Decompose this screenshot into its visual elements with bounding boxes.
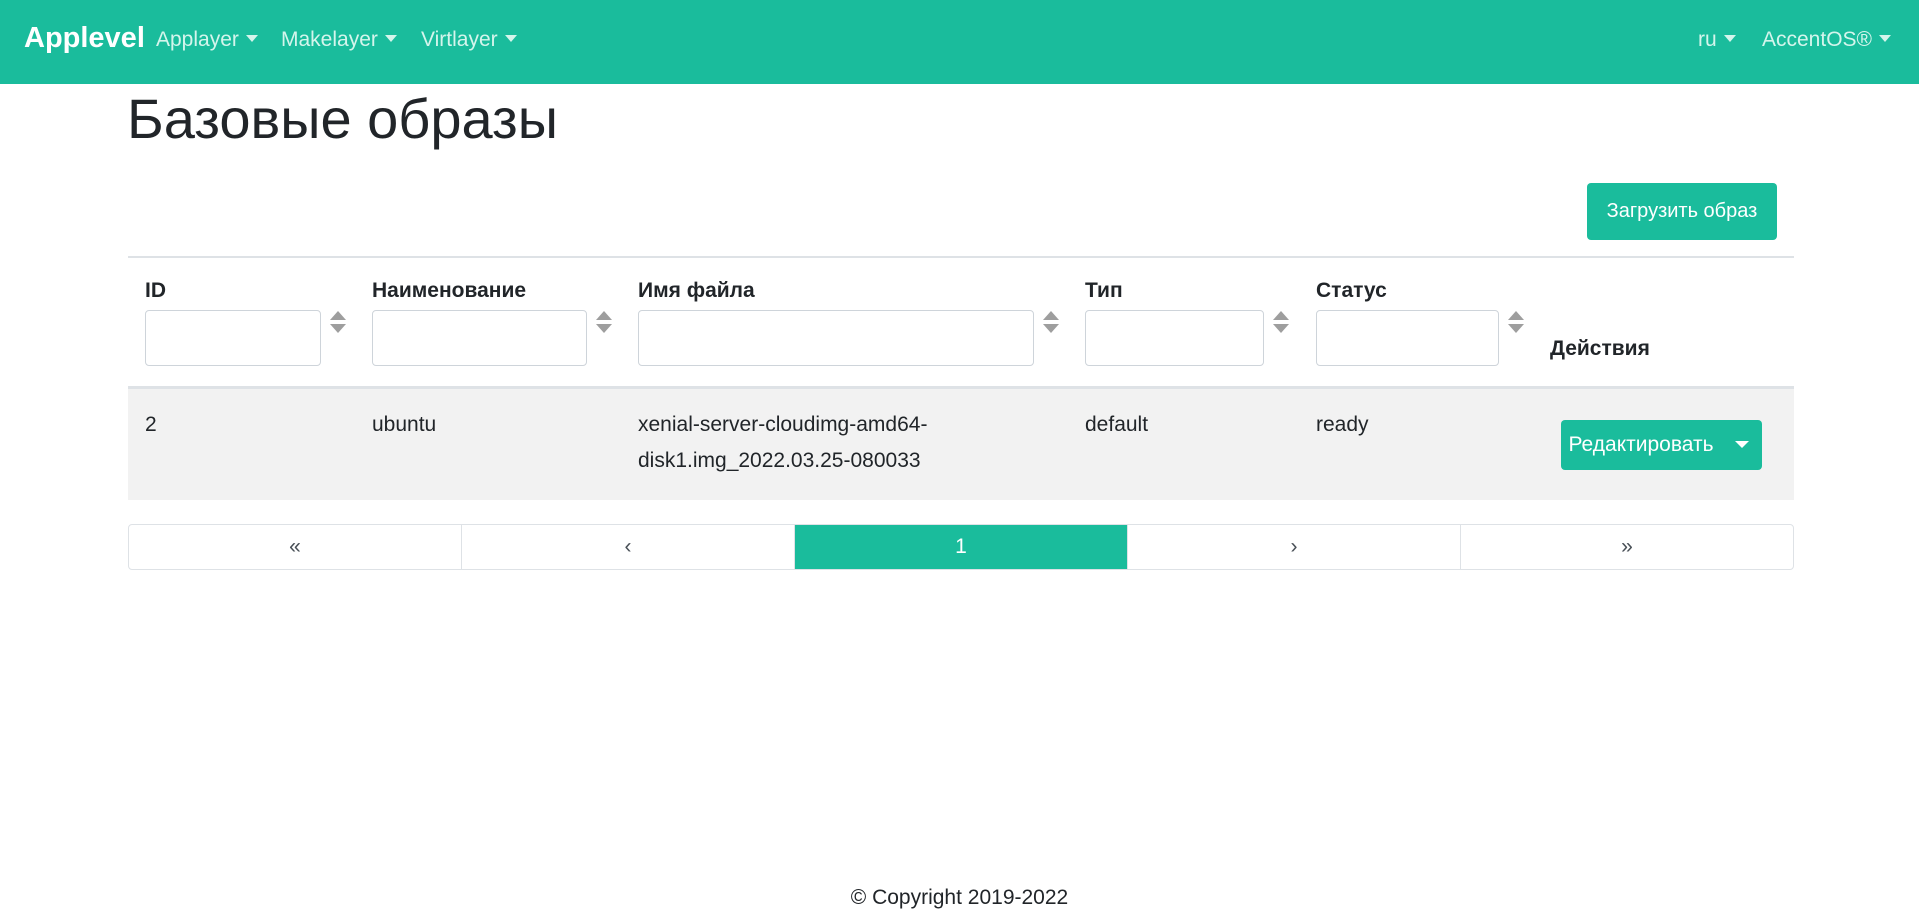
caret-down-icon <box>1723 34 1736 42</box>
column-header-status: Статус <box>1316 279 1387 302</box>
cell-status: ready <box>1316 413 1369 436</box>
cell-name: ubuntu <box>372 413 437 436</box>
nav-menu-makelayer-label: Makelayer <box>281 28 378 51</box>
sort-icon[interactable] <box>1507 309 1525 335</box>
filter-filename-input[interactable] <box>638 310 1034 366</box>
cell-filename-line2: disk1.img_2022.03.25-080033 <box>638 449 921 472</box>
upload-image-button[interactable]: Загрузить образ <box>1587 183 1777 240</box>
pagination-next[interactable]: › <box>1128 525 1461 569</box>
edit-dropdown-toggle[interactable] <box>1721 420 1762 470</box>
nav-menu-applayer[interactable]: Applayer <box>156 28 258 52</box>
cell-id: 2 <box>145 413 157 436</box>
top-navbar: Applevel Applayer Makelayer Virtlayer ru… <box>0 0 1919 84</box>
caret-down-icon <box>1735 441 1749 448</box>
nav-menu-applayer-label: Applayer <box>156 28 239 51</box>
edit-split-button: Редактировать <box>1561 420 1762 470</box>
column-header-actions: Действия <box>1550 337 1650 360</box>
nav-menu-makelayer[interactable]: Makelayer <box>281 28 397 52</box>
nav-menu-virtlayer[interactable]: Virtlayer <box>421 28 517 52</box>
sort-icon[interactable] <box>1042 309 1060 335</box>
column-header-type: Тип <box>1085 279 1123 302</box>
cell-filename-line1: xenial-server-cloudimg-amd64- <box>638 413 928 436</box>
column-header-id: ID <box>145 279 166 302</box>
filter-status-input[interactable] <box>1316 310 1499 366</box>
pagination-first[interactable]: « <box>129 525 462 569</box>
caret-down-icon <box>504 34 517 42</box>
pagination-prev[interactable]: ‹ <box>462 525 795 569</box>
language-label: ru <box>1698 28 1717 51</box>
sort-icon[interactable] <box>1272 309 1290 335</box>
footer-copyright: © Copyright 2019-2022 <box>850 886 1069 909</box>
column-header-name: Наименование <box>372 279 527 302</box>
sort-icon[interactable] <box>329 309 347 335</box>
page-title: Базовые образы <box>127 87 558 150</box>
table-top-divider <box>128 256 1794 258</box>
brand-logo[interactable]: Applevel <box>24 22 145 55</box>
account-menu[interactable]: AccentOS® <box>1762 28 1892 52</box>
caret-down-icon <box>1879 34 1892 42</box>
pagination: « ‹ 1 › » <box>128 524 1794 570</box>
edit-button[interactable]: Редактировать <box>1561 420 1721 470</box>
pagination-last[interactable]: » <box>1461 525 1793 569</box>
filter-type-input[interactable] <box>1085 310 1264 366</box>
cell-type: default <box>1085 413 1149 436</box>
caret-down-icon <box>384 34 397 42</box>
caret-down-icon <box>245 34 258 42</box>
filter-name-input[interactable] <box>372 310 587 366</box>
column-header-filename: Имя файла <box>638 279 755 302</box>
pagination-current-page[interactable]: 1 <box>795 525 1128 569</box>
account-label: AccentOS® <box>1762 28 1873 51</box>
filter-id-input[interactable] <box>145 310 321 366</box>
table-row <box>128 389 1794 500</box>
language-selector[interactable]: ru <box>1698 28 1736 52</box>
nav-menu-virtlayer-label: Virtlayer <box>421 28 498 51</box>
sort-icon[interactable] <box>595 309 613 335</box>
